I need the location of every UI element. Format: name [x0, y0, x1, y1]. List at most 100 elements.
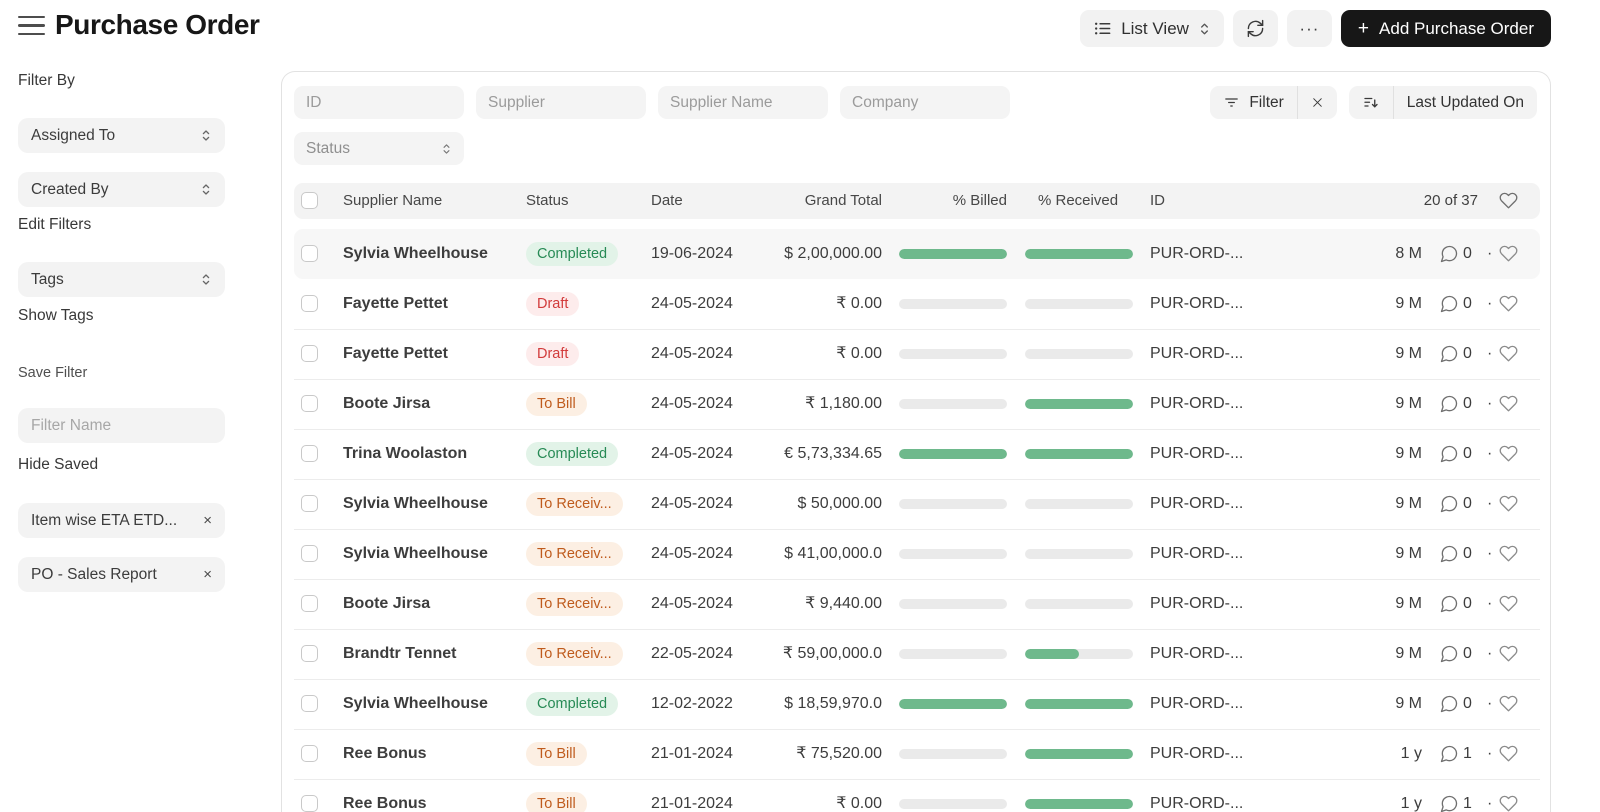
sort-field-button[interactable]: Last Updated On: [1393, 86, 1537, 119]
table-row[interactable]: Trina WoolastonCompleted24-05-2024€ 5,73…: [294, 429, 1540, 479]
comment-icon[interactable]: [1439, 544, 1459, 564]
supplier-name-link[interactable]: Sylvia Wheelhouse: [343, 479, 488, 529]
select-all-checkbox[interactable]: [301, 192, 318, 209]
refresh-button[interactable]: [1233, 10, 1278, 47]
supplier-filter-input[interactable]: [476, 86, 646, 119]
like-icon[interactable]: [1499, 444, 1518, 463]
id-cell[interactable]: PUR-ORD-...: [1150, 229, 1243, 279]
table-row[interactable]: Ree BonusTo Bill21-01-2024₹ 0.00PUR-ORD-…: [294, 779, 1540, 812]
supplier-name-link[interactable]: Trina Woolaston: [343, 429, 467, 479]
supplier-name-link[interactable]: Sylvia Wheelhouse: [343, 529, 488, 579]
hide-saved-link[interactable]: Hide Saved: [18, 456, 281, 474]
clear-filter-button[interactable]: [1297, 86, 1337, 119]
company-filter-input[interactable]: [840, 86, 1010, 119]
edit-filters-link[interactable]: Edit Filters: [18, 216, 281, 234]
like-icon[interactable]: [1499, 294, 1518, 313]
supplier-name-link[interactable]: Sylvia Wheelhouse: [343, 679, 488, 729]
id-cell[interactable]: PUR-ORD-...: [1150, 429, 1243, 479]
row-checkbox[interactable]: [301, 745, 318, 762]
comment-icon[interactable]: [1439, 794, 1459, 812]
comment-icon[interactable]: [1439, 394, 1459, 414]
comment-icon[interactable]: [1439, 644, 1459, 664]
table-row[interactable]: Sylvia WheelhouseCompleted19-06-2024$ 2,…: [294, 229, 1540, 279]
menu-icon[interactable]: [18, 16, 45, 35]
table-row[interactable]: Sylvia WheelhouseTo Receiv...24-05-2024$…: [294, 529, 1540, 579]
table-row[interactable]: Boote JirsaTo Receiv...24-05-2024₹ 9,440…: [294, 579, 1540, 629]
supplier-name-link[interactable]: Boote Jirsa: [343, 379, 430, 429]
comment-icon[interactable]: [1439, 494, 1459, 514]
id-cell[interactable]: PUR-ORD-...: [1150, 279, 1243, 329]
comment-icon[interactable]: [1439, 594, 1459, 614]
supplier-name-link[interactable]: Brandtr Tennet: [343, 629, 456, 679]
tags-select[interactable]: Tags: [18, 262, 225, 297]
id-cell[interactable]: PUR-ORD-...: [1150, 479, 1243, 529]
row-checkbox[interactable]: [301, 445, 318, 462]
supplier-name-link[interactable]: Sylvia Wheelhouse: [343, 229, 488, 279]
filter-button[interactable]: Filter: [1210, 86, 1296, 119]
filter-name-input[interactable]: [18, 408, 225, 443]
col-date[interactable]: Date: [651, 183, 683, 219]
supplier-name-link[interactable]: Ree Bonus: [343, 729, 427, 779]
col-percent-billed[interactable]: % Billed: [859, 183, 1007, 219]
like-icon[interactable]: [1499, 494, 1518, 513]
remove-filter-icon[interactable]: ×: [203, 512, 212, 529]
like-icon[interactable]: [1499, 544, 1518, 563]
row-checkbox[interactable]: [301, 545, 318, 562]
like-icon[interactable]: [1499, 794, 1518, 812]
show-tags-link[interactable]: Show Tags: [18, 307, 281, 325]
col-supplier-name[interactable]: Supplier Name: [343, 183, 442, 219]
like-icon[interactable]: [1499, 594, 1518, 613]
id-filter-input[interactable]: [294, 86, 464, 119]
supplier-name-link[interactable]: Boote Jirsa: [343, 579, 430, 629]
row-checkbox[interactable]: [301, 695, 318, 712]
row-checkbox[interactable]: [301, 245, 318, 262]
like-icon[interactable]: [1499, 244, 1518, 263]
saved-filter-item-eta-etd[interactable]: Item wise ETA ETD... ×: [18, 503, 225, 538]
like-icon[interactable]: [1499, 394, 1518, 413]
row-checkbox[interactable]: [301, 295, 318, 312]
table-row[interactable]: Ree BonusTo Bill21-01-2024₹ 75,520.00PUR…: [294, 729, 1540, 779]
saved-filter-item-po-sales[interactable]: PO - Sales Report ×: [18, 557, 225, 592]
id-cell[interactable]: PUR-ORD-...: [1150, 529, 1243, 579]
id-cell[interactable]: PUR-ORD-...: [1150, 579, 1243, 629]
row-checkbox[interactable]: [301, 795, 318, 812]
table-row[interactable]: Sylvia WheelhouseTo Receiv...24-05-2024$…: [294, 479, 1540, 529]
row-checkbox[interactable]: [301, 495, 318, 512]
like-icon[interactable]: [1499, 344, 1518, 363]
col-percent-received[interactable]: % Received: [1038, 183, 1118, 219]
comment-icon[interactable]: [1439, 444, 1459, 464]
comment-icon[interactable]: [1439, 344, 1459, 364]
col-id[interactable]: ID: [1150, 183, 1165, 219]
table-row[interactable]: Fayette PettetDraft24-05-2024₹ 0.00PUR-O…: [294, 329, 1540, 379]
id-cell[interactable]: PUR-ORD-...: [1150, 629, 1243, 679]
created-by-select[interactable]: Created By: [18, 172, 225, 207]
sort-direction-button[interactable]: [1349, 86, 1393, 119]
row-checkbox[interactable]: [301, 345, 318, 362]
comment-icon[interactable]: [1439, 744, 1459, 764]
table-row[interactable]: Brandtr TennetTo Receiv...22-05-2024₹ 59…: [294, 629, 1540, 679]
table-row[interactable]: Boote JirsaTo Bill24-05-2024₹ 1,180.00PU…: [294, 379, 1540, 429]
like-icon[interactable]: [1499, 694, 1518, 713]
assigned-to-select[interactable]: Assigned To: [18, 118, 225, 153]
supplier-name-filter-input[interactable]: [658, 86, 828, 119]
supplier-name-link[interactable]: Fayette Pettet: [343, 329, 448, 379]
comment-icon[interactable]: [1439, 244, 1459, 264]
table-row[interactable]: Sylvia WheelhouseCompleted12-02-2022$ 18…: [294, 679, 1540, 729]
row-checkbox[interactable]: [301, 645, 318, 662]
row-checkbox[interactable]: [301, 395, 318, 412]
comment-icon[interactable]: [1439, 694, 1459, 714]
id-cell[interactable]: PUR-ORD-...: [1150, 329, 1243, 379]
like-icon[interactable]: [1499, 644, 1518, 663]
id-cell[interactable]: PUR-ORD-...: [1150, 679, 1243, 729]
supplier-name-link[interactable]: Fayette Pettet: [343, 279, 448, 329]
comment-icon[interactable]: [1439, 294, 1459, 314]
remove-filter-icon[interactable]: ×: [203, 566, 212, 583]
supplier-name-link[interactable]: Ree Bonus: [343, 779, 427, 812]
more-menu-button[interactable]: ···: [1287, 10, 1332, 47]
like-icon[interactable]: [1499, 744, 1518, 763]
id-cell[interactable]: PUR-ORD-...: [1150, 729, 1243, 779]
id-cell[interactable]: PUR-ORD-...: [1150, 379, 1243, 429]
status-filter-select[interactable]: Status: [294, 132, 464, 165]
like-filter-icon[interactable]: [1499, 191, 1518, 210]
add-purchase-order-button[interactable]: + Add Purchase Order: [1341, 10, 1551, 47]
